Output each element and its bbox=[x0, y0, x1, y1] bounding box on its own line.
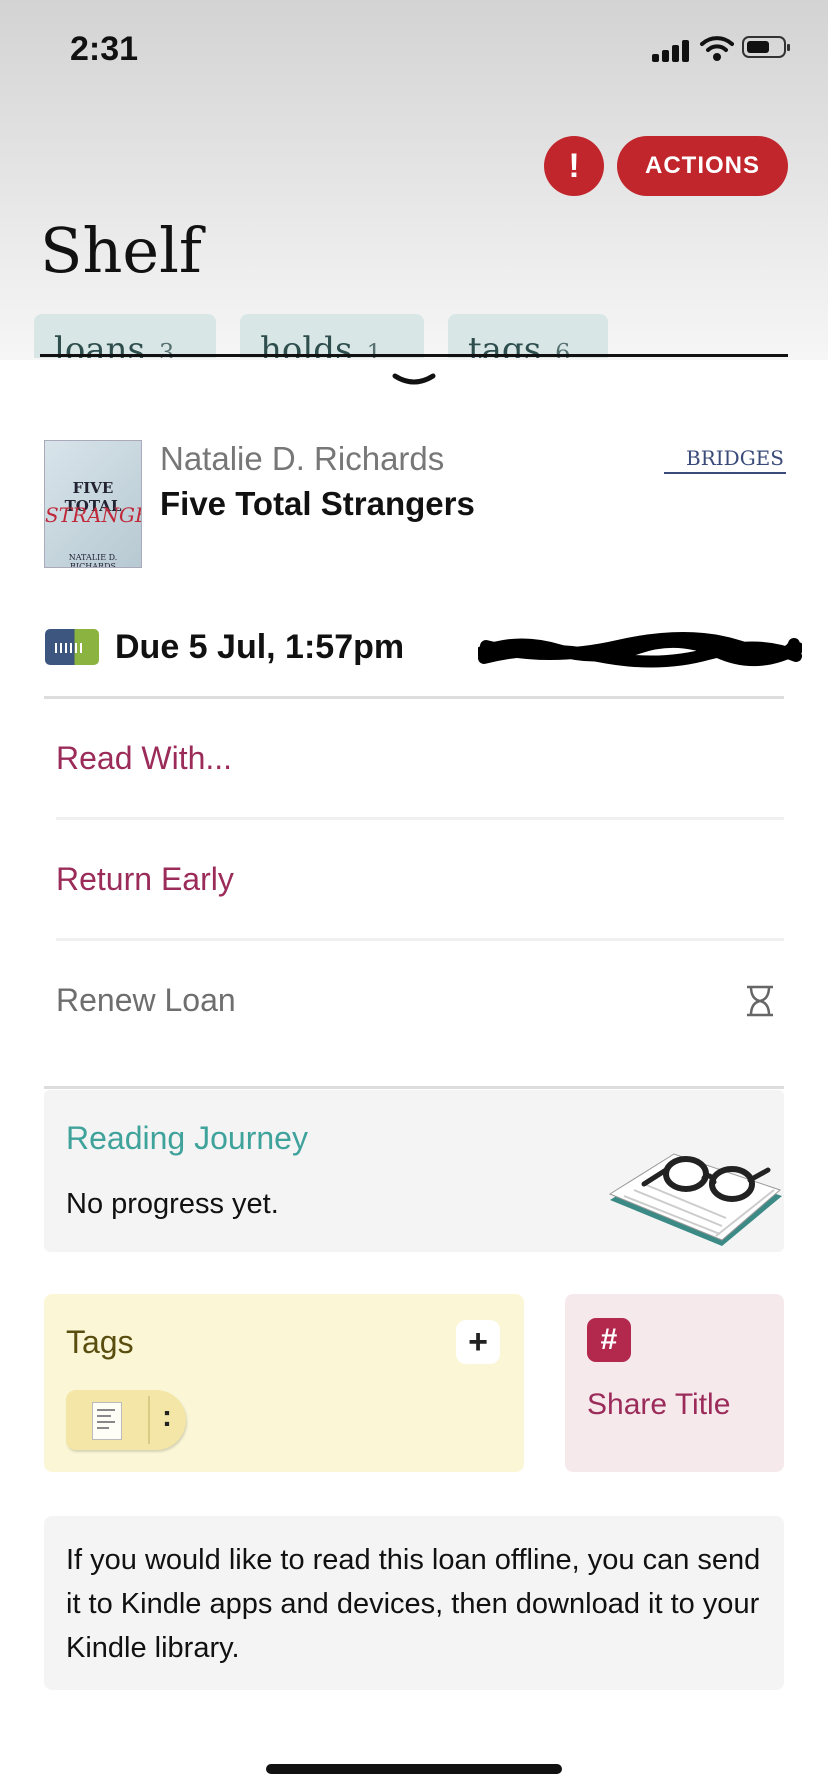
book-author: Natalie D. Richards bbox=[160, 440, 445, 477]
receipt-icon bbox=[92, 1402, 122, 1440]
cover-author: NATALIE D. RICHARDS bbox=[68, 553, 118, 568]
book-title: Five Total Strangers bbox=[160, 485, 475, 522]
book-glasses-icon bbox=[608, 1153, 782, 1246]
book-cover[interactable]: FIVE TOTAL STRANGERS NATALIE D. RICHARDS bbox=[44, 440, 142, 568]
share-title-card[interactable]: # Share Title bbox=[565, 1294, 784, 1472]
tags-title: Tags bbox=[66, 1324, 134, 1360]
kindle-info-text: If you would like to read this loan offl… bbox=[66, 1544, 761, 1664]
redacted-scribble bbox=[478, 632, 802, 668]
hashtag-icon: # bbox=[587, 1318, 631, 1362]
kindle-icon bbox=[45, 629, 99, 665]
divider bbox=[56, 817, 784, 820]
tags-card: Tags + : bbox=[44, 1294, 524, 1472]
tab-tags[interactable]: tags 6 bbox=[448, 314, 608, 358]
alert-button[interactable]: ! bbox=[544, 136, 604, 196]
library-logo: BRIDGES bbox=[664, 444, 786, 474]
library-logo-text: BRIDGES bbox=[686, 446, 784, 470]
divider bbox=[44, 696, 784, 699]
home-indicator[interactable] bbox=[266, 1764, 562, 1774]
reading-journey-text: No progress yet. bbox=[66, 1188, 279, 1220]
chevron-down-icon[interactable] bbox=[391, 370, 437, 390]
kindle-info-card: If you would like to read this loan offl… bbox=[44, 1516, 784, 1690]
read-with-button[interactable]: Read With... bbox=[56, 740, 232, 777]
tag-chip-separator bbox=[148, 1396, 150, 1444]
tab-holds[interactable]: holds 1 bbox=[240, 314, 424, 358]
actions-button[interactable]: ACTIONS bbox=[617, 136, 788, 196]
status-bar: 2:31 bbox=[0, 0, 828, 100]
add-tag-button[interactable]: + bbox=[456, 1320, 500, 1364]
reading-journey-title: Reading Journey bbox=[66, 1120, 308, 1156]
wifi-icon bbox=[700, 36, 734, 61]
tab-loans[interactable]: loans 3 bbox=[34, 314, 216, 358]
renew-loan-button[interactable]: Renew Loan bbox=[56, 982, 236, 1019]
share-title-label: Share Title bbox=[587, 1388, 731, 1421]
hourglass-icon bbox=[747, 985, 773, 1017]
tag-chip[interactable]: : bbox=[66, 1390, 186, 1450]
return-early-button[interactable]: Return Early bbox=[56, 861, 234, 898]
signal-icon bbox=[652, 38, 692, 62]
tab-underline bbox=[40, 354, 788, 357]
cover-title-line2: STRANGERS bbox=[45, 503, 141, 527]
divider bbox=[44, 1086, 784, 1089]
reading-journey-card[interactable]: Reading Journey No progress yet. bbox=[44, 1090, 784, 1252]
status-time: 2:31 bbox=[70, 30, 139, 68]
due-date: Due 5 Jul, 1:57pm bbox=[115, 628, 405, 666]
page-title: Shelf bbox=[40, 214, 202, 287]
divider bbox=[56, 938, 784, 941]
tag-options-button[interactable]: : bbox=[162, 1400, 172, 1434]
battery-icon bbox=[742, 36, 790, 58]
